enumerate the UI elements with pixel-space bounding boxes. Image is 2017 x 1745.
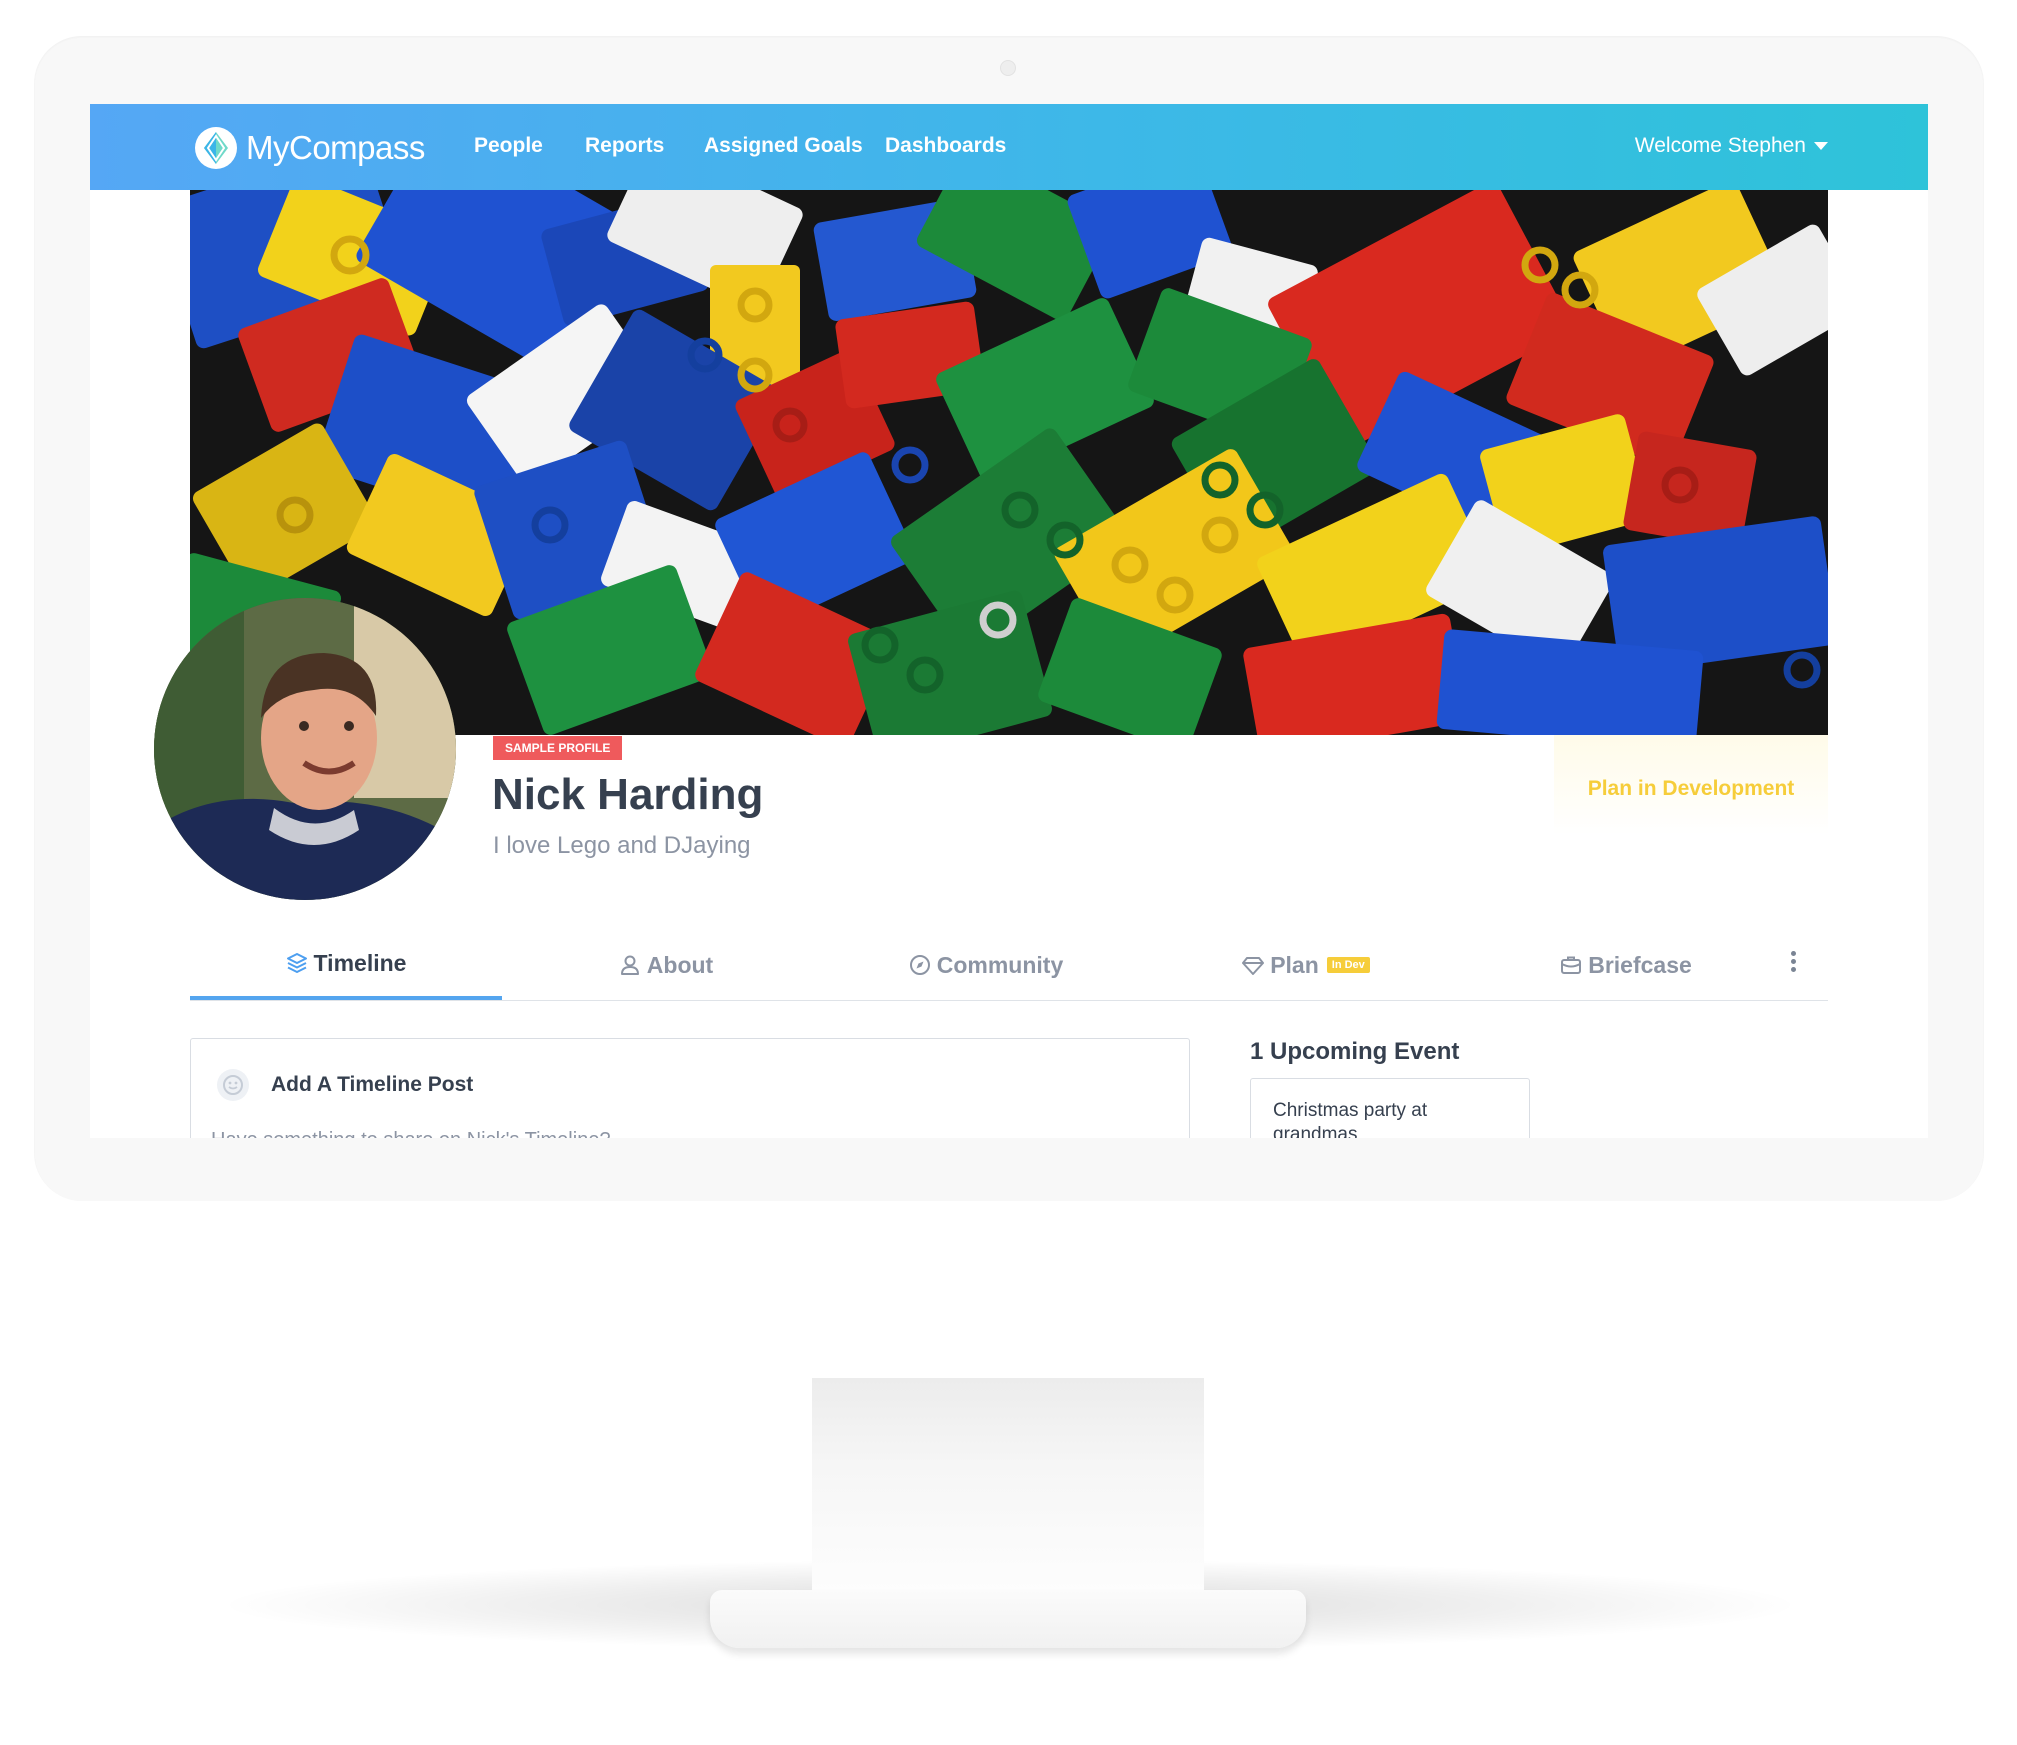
profile-avatar[interactable]	[154, 598, 456, 900]
monitor-stand-base	[710, 1590, 1306, 1648]
caret-down-icon	[1814, 142, 1828, 150]
diamond-icon	[1242, 957, 1265, 975]
layers-icon	[286, 953, 307, 973]
timeline-post-input[interactable]: Have something to share on Nick's Timeli…	[211, 1129, 611, 1138]
event-title: Christmas party at grandmas	[1273, 1100, 1428, 1138]
tab-about-label: About	[646, 951, 714, 978]
tab-timeline-label: Timeline	[313, 949, 407, 976]
tab-briefcase-label: Briefcase	[1588, 951, 1692, 978]
plan-status-text: Plan in Development	[1587, 777, 1795, 800]
add-timeline-post-card: Add A Timeline Post Have something to sh…	[190, 1038, 1190, 1138]
compass-logo-icon	[195, 127, 237, 169]
brand[interactable]: MyCompass	[194, 126, 425, 170]
welcome-text: Welcome Stephen	[1634, 134, 1806, 157]
profile-bio: I love Lego and DJaying	[493, 832, 751, 859]
tab-briefcase[interactable]: Briefcase	[1470, 930, 1782, 1000]
tab-timeline[interactable]: Timeline	[190, 930, 502, 1000]
event-card[interactable]: Christmas party at grandmas	[1250, 1078, 1530, 1138]
profile-tabs: Timeline About Community Plan In Dev Bri…	[190, 930, 1828, 1001]
brand-name: MyCompass	[246, 129, 425, 166]
add-timeline-post-title: Add A Timeline Post	[271, 1073, 474, 1096]
user-menu[interactable]: Welcome Stephen	[1635, 134, 1828, 158]
nav-dashboards[interactable]: Dashboards	[885, 134, 1006, 158]
tab-about[interactable]: About	[510, 930, 822, 1000]
cover-photo	[190, 190, 1828, 735]
nav-assigned-goals[interactable]: Assigned Goals	[704, 134, 863, 158]
camera-icon	[1000, 60, 1016, 76]
top-navbar: MyCompass People Reports Assigned Goals …	[90, 104, 1928, 190]
upcoming-events-title: 1 Upcoming Event	[1250, 1038, 1460, 1065]
nav-reports[interactable]: Reports	[585, 134, 664, 158]
nav-people[interactable]: People	[474, 134, 543, 158]
briefcase-icon	[1561, 956, 1582, 974]
tab-plan-label: Plan	[1270, 951, 1319, 978]
plan-status-panel[interactable]: Plan in Development	[1554, 735, 1828, 835]
tab-community-label: Community	[936, 951, 1064, 978]
lego-bricks-image	[190, 190, 1828, 735]
tab-community[interactable]: Community	[830, 930, 1142, 1000]
user-icon	[620, 955, 639, 975]
more-vertical-icon[interactable]	[1788, 948, 1798, 982]
in-dev-badge: In Dev	[1326, 957, 1370, 973]
profile-name: Nick Harding	[492, 770, 764, 819]
compass-icon	[909, 955, 930, 975]
profile-photo	[154, 598, 456, 900]
tab-plan[interactable]: Plan In Dev	[1150, 930, 1462, 1000]
app-screen: MyCompass People Reports Assigned Goals …	[90, 104, 1928, 1138]
smiley-icon	[217, 1069, 249, 1101]
sample-profile-badge: SAMPLE PROFILE	[493, 736, 623, 760]
